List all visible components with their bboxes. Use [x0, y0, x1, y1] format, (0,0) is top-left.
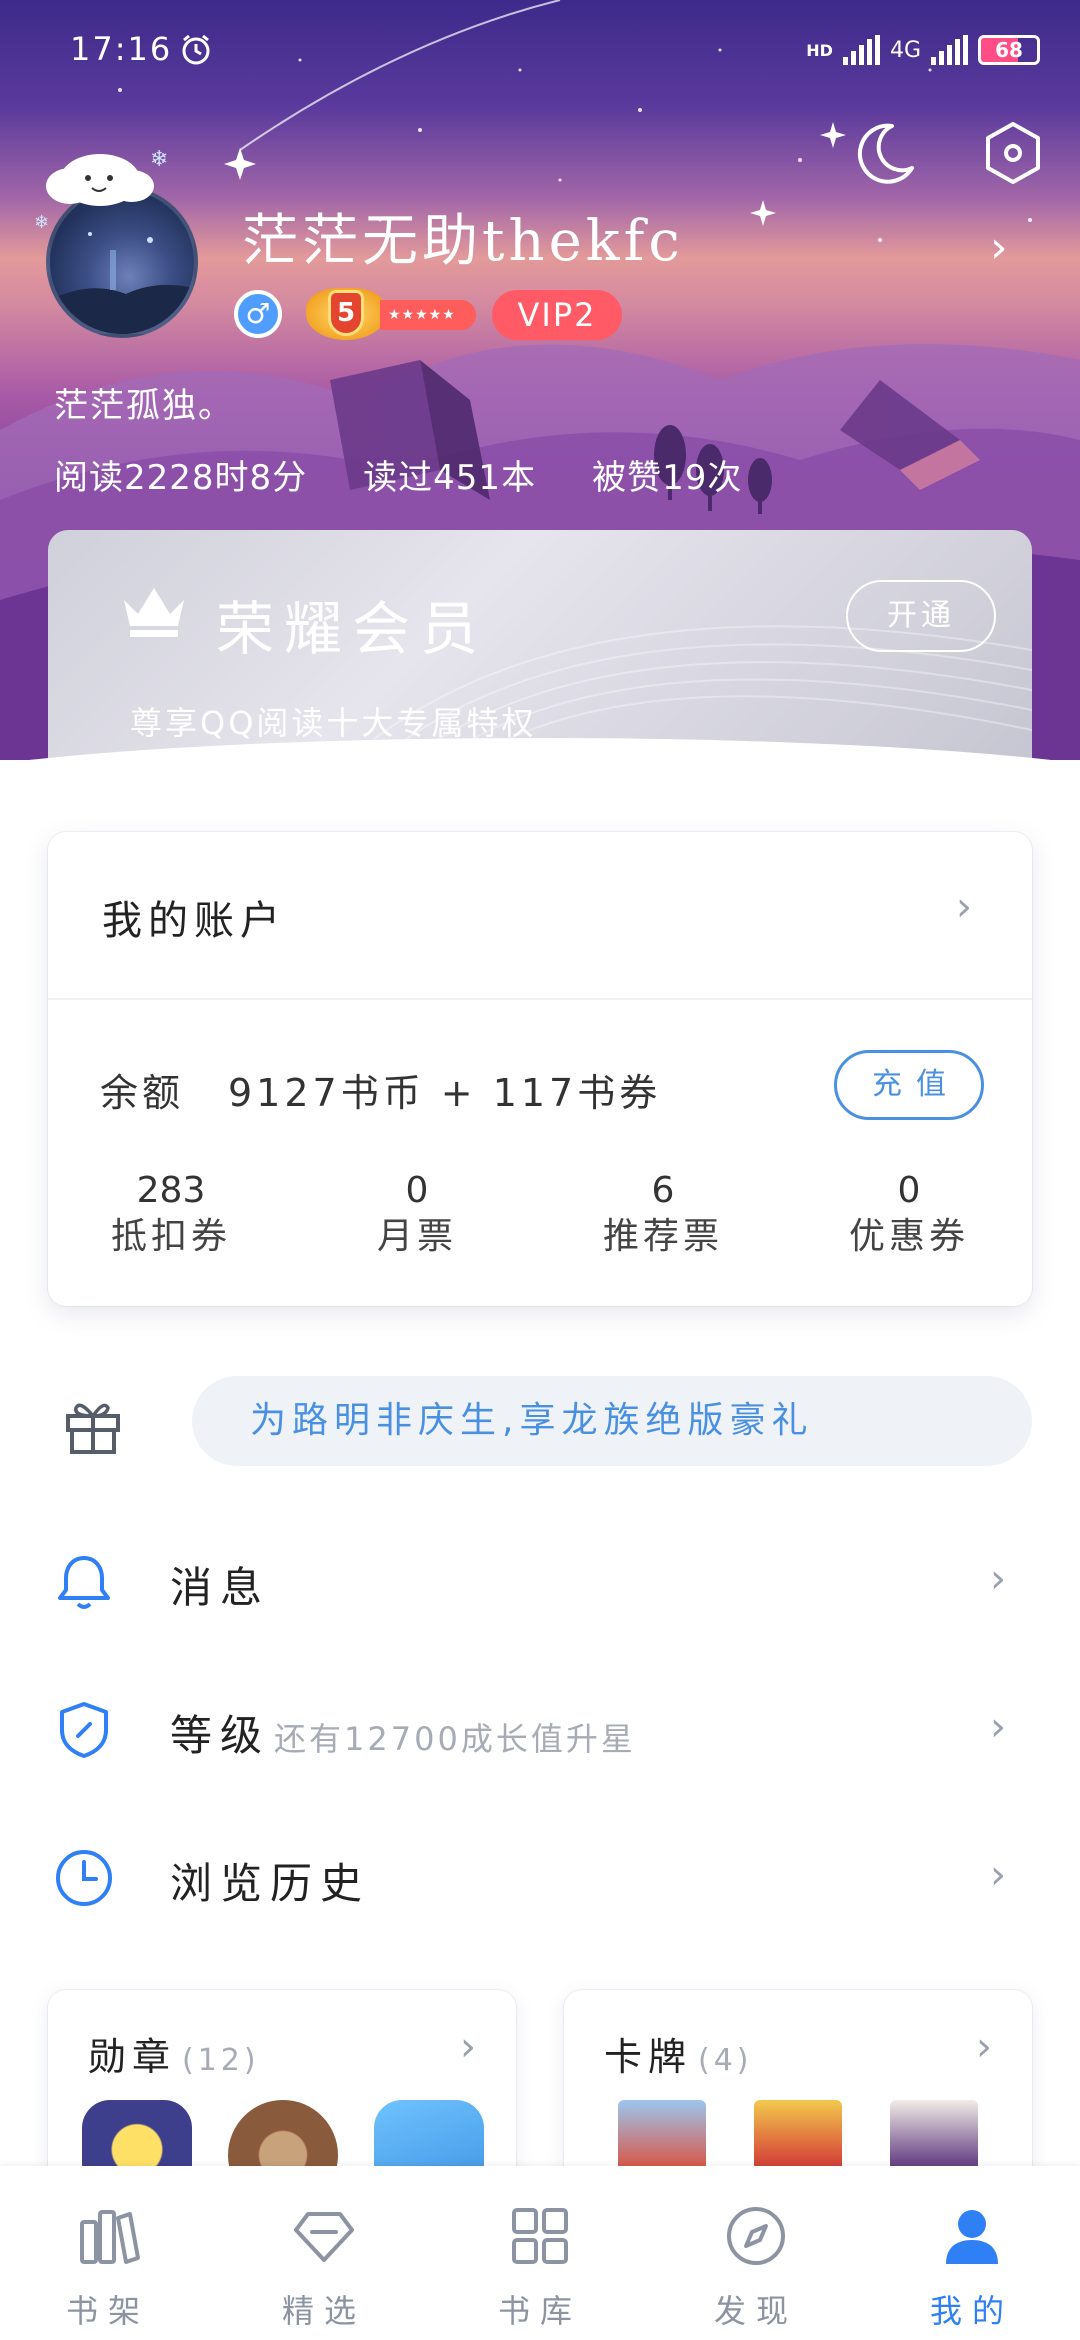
promo-banner[interactable]: 为路明非庆生,享龙族绝版豪礼	[192, 1376, 1032, 1466]
menu-level[interactable]: 等级 还有12700成长值升星 ›	[0, 1668, 1080, 1798]
svg-text:❄: ❄	[150, 147, 168, 172]
ticket-deduction[interactable]: 283 抵扣券	[48, 1168, 294, 1260]
chevron-right-icon: ›	[460, 2024, 476, 2070]
grid-icon	[512, 2208, 568, 2264]
badges-title: 勋章	[88, 2035, 177, 2079]
divider	[48, 998, 1032, 1000]
bottom-nav: 书架 精选 书库 发现 我的	[0, 2166, 1080, 2340]
ticket-label: 月票	[376, 1216, 457, 1257]
ticket-label: 推荐票	[602, 1216, 723, 1257]
status-time: 17:16	[70, 30, 173, 68]
level-badge[interactable]: ★★★★★ 5	[306, 286, 476, 342]
status-indicators: HD 4G 68	[806, 30, 1040, 70]
crown-icon	[124, 588, 184, 637]
nav-bookshelf[interactable]: 书架	[0, 2166, 216, 2340]
nav-label: 发现	[713, 2292, 798, 2330]
badges-count: (12)	[182, 2043, 260, 2078]
cards-title: 卡牌	[604, 2035, 693, 2079]
signal-icon-2	[931, 35, 968, 65]
honor-membership-card[interactable]: 荣耀会员 尊享QQ阅读十大专属特权 开通	[48, 530, 1032, 760]
nav-label: 我的	[929, 2292, 1014, 2330]
ticket-value: 0	[897, 1170, 921, 1211]
gift-icon	[66, 1403, 120, 1454]
reading-stats: 阅读2228时8分 读过451本 被赞19次	[54, 450, 742, 499]
ticket-value: 6	[651, 1170, 675, 1211]
night-mode-icon[interactable]	[850, 118, 920, 188]
ticket-value: 0	[405, 1170, 429, 1211]
menu-label: 消息	[170, 1563, 271, 1612]
likes-stat: 被赞19次	[592, 458, 743, 498]
open-membership-button[interactable]: 开通	[846, 580, 996, 652]
signal-icon	[842, 35, 880, 65]
clock-icon	[56, 1850, 112, 1906]
menu-history[interactable]: 浏览历史 ›	[0, 1816, 1080, 1946]
nav-label: 书库	[497, 2292, 582, 2330]
panel-title: 勋章 (12)	[88, 2026, 260, 2081]
svg-text:❄: ❄	[34, 212, 49, 232]
bookshelf-icon	[80, 2210, 140, 2264]
profile-signature: 茫茫孤独。	[54, 386, 234, 426]
nav-featured[interactable]: 精选	[216, 2166, 432, 2340]
cards-count: (4)	[698, 2043, 753, 2078]
ticket-monthly[interactable]: 0 月票	[294, 1168, 540, 1260]
account-card: 我的账户 › 余额 9127书币 + 117书券 充值 283 抵扣券 0 月票…	[48, 832, 1032, 1306]
menu-label: 浏览历史	[170, 1859, 371, 1908]
honor-subtitle: 尊享QQ阅读十大专属特权	[130, 704, 537, 742]
username[interactable]: 茫茫无助thekfc	[242, 196, 684, 277]
ticket-recommend[interactable]: 6 推荐票	[540, 1168, 786, 1260]
account-title[interactable]: 我的账户	[102, 888, 286, 946]
ticket-label: 优惠券	[848, 1216, 969, 1257]
nav-discover[interactable]: 发现	[648, 2166, 864, 2340]
profile-header: 17:16 HD 4G 68 ❄ ❄ 茫茫无助thekfc › ♂ ★★★★★ …	[0, 0, 1080, 760]
balance-label: 余额	[100, 1071, 185, 1115]
hd-label: HD	[806, 40, 833, 60]
diamond-icon	[294, 2212, 354, 2262]
level-number: 5	[328, 290, 364, 336]
nav-label: 精选	[281, 2292, 366, 2330]
level-label: 等级	[170, 1711, 271, 1760]
profile-chevron-icon[interactable]: ›	[990, 222, 1008, 273]
nav-library[interactable]: 书库	[432, 2166, 648, 2340]
ticket-grid: 283 抵扣券 0 月票 6 推荐票 0 优惠券	[48, 1168, 1032, 1260]
reading-time-stat: 阅读2228时8分	[54, 458, 308, 498]
network-type: 4G	[889, 37, 921, 63]
balance-value: 9127书币 + 117书券	[228, 1071, 662, 1115]
ticket-label: 抵扣券	[110, 1216, 231, 1257]
chevron-right-icon: ›	[990, 1556, 1006, 1602]
user-icon	[946, 2210, 998, 2264]
settings-icon[interactable]	[978, 118, 1048, 188]
recharge-button[interactable]: 充值	[834, 1050, 984, 1120]
level-hint: 还有12700成长值升星	[274, 1720, 636, 1758]
chevron-right-icon: ›	[990, 1704, 1006, 1750]
bell-icon	[58, 1556, 110, 1609]
gender-male-icon: ♂	[234, 290, 282, 338]
account-chevron-icon[interactable]: ›	[956, 884, 972, 930]
shield-icon	[60, 1702, 108, 1758]
vip-badge[interactable]: VIP2	[492, 290, 622, 340]
menu-label: 等级 还有12700成长值升星	[170, 1702, 636, 1763]
ticket-value: 283	[136, 1170, 206, 1211]
chevron-right-icon: ›	[990, 1852, 1006, 1898]
alarm-icon	[182, 34, 210, 65]
honor-title: 荣耀会员	[216, 595, 489, 663]
menu-messages[interactable]: 消息 ›	[0, 1520, 1080, 1650]
nav-label: 书架	[65, 2292, 150, 2330]
panel-title: 卡牌 (4)	[604, 2026, 753, 2081]
compass-icon	[727, 2207, 785, 2265]
battery-icon: 68	[978, 35, 1040, 65]
chevron-right-icon: ›	[976, 2024, 992, 2070]
ticket-coupon[interactable]: 0 优惠券	[786, 1168, 1032, 1260]
avatar-cloud-decoration: ❄ ❄	[34, 147, 168, 232]
level-stars: ★★★★★	[380, 300, 476, 330]
nav-mine[interactable]: 我的	[864, 2166, 1080, 2340]
books-read-stat: 读过451本	[363, 458, 537, 498]
